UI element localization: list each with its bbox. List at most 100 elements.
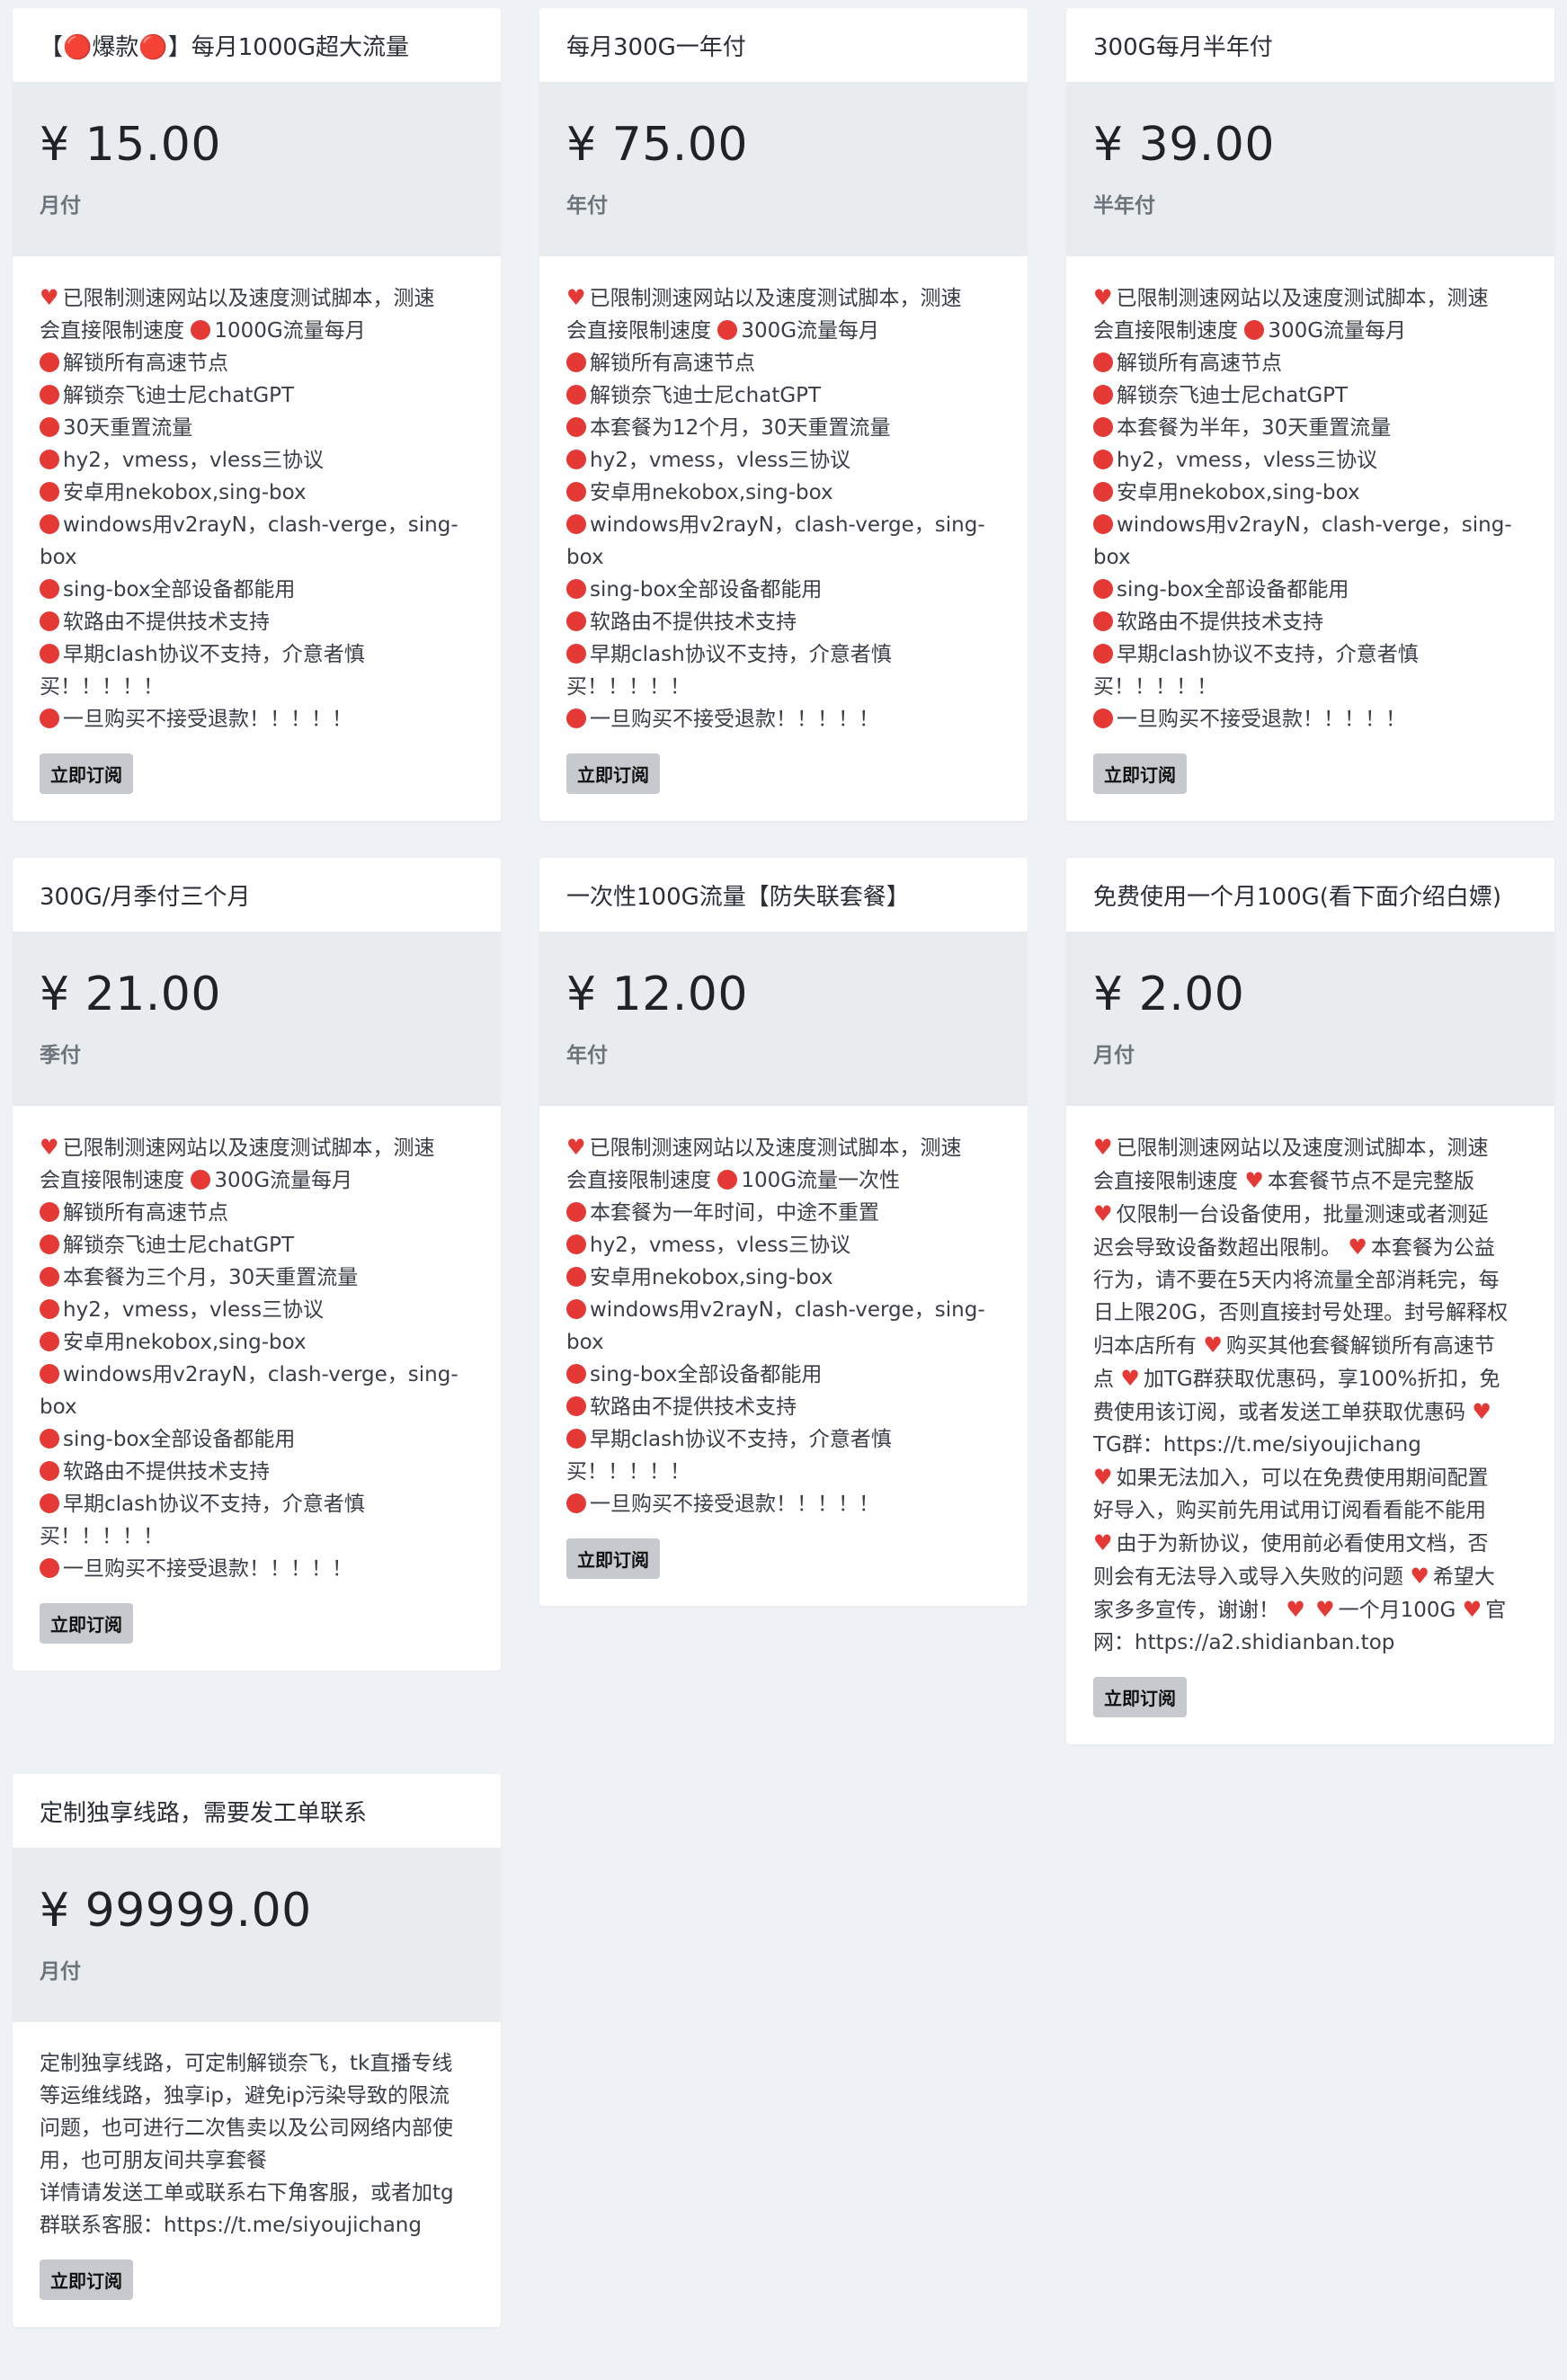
red-circle-icon (40, 1332, 59, 1351)
subscribe-button[interactable]: 立即订阅 (1093, 753, 1187, 794)
description-line: 本套餐为半年，30天重置流量 (1093, 412, 1527, 444)
description-line: 则会有无法导入或导入失败的问题 ♥ 希望大 (1093, 1560, 1527, 1593)
heart-icon: ♥ (1410, 1564, 1429, 1589)
description-line: 会直接限制速度 300G流量每月 (1093, 319, 1407, 343)
description-line: box (40, 546, 77, 569)
description-line: box (40, 1395, 77, 1419)
red-circle-icon (1093, 709, 1113, 728)
description-line: 归本店所有 ♥ 购买其他套餐解锁所有高速节 (1093, 1329, 1527, 1362)
plan-price: ¥ 12.00 (566, 967, 748, 1021)
heart-icon: ♥ (40, 285, 59, 310)
description-line: sing-box全部设备都能用 (1093, 574, 1527, 606)
plan-card-1: 【🔴爆款🔴】每月1000G超大流量 ¥ 15.00 月付 ♥ 已限制测速网站以及速… (13, 8, 501, 821)
subscribe-button[interactable]: 立即订阅 (566, 753, 660, 794)
plan-period: 半年付 (1093, 194, 1155, 218)
description-line: ♥ 已限制测速网站以及速度测试脚本，测速 (566, 1131, 1001, 1164)
heart-icon: ♥ (1093, 1135, 1113, 1160)
red-circle-icon (566, 482, 586, 502)
red-circle-icon (40, 611, 59, 631)
red-circle-icon (1093, 482, 1113, 502)
description-line: 软路由不提供技术支持 (40, 1456, 474, 1488)
red-circle-icon (1093, 450, 1113, 469)
description-line: 费使用该订阅，或者发送工单获取优惠码 ♥ (1093, 1395, 1527, 1429)
red-circle-icon (40, 1558, 59, 1578)
plan-description: ♥ 已限制测速网站以及速度测试脚本，测速 会直接限制速度 1000G流量每月 解锁所有… (13, 256, 501, 735)
description-line: 解锁奈飞迪士尼chatGPT (1093, 379, 1527, 412)
red-circle-icon (566, 1235, 586, 1254)
description-line: 会直接限制速度 100G流量一次性 (566, 1169, 901, 1192)
description-line: 一旦购买不接受退款！！！！！ (566, 1488, 1001, 1520)
description-line: windows用v2rayN，clash-verge，sing- (40, 509, 474, 541)
plan-price: ¥ 39.00 (1093, 118, 1275, 172)
red-circle-icon (566, 1299, 586, 1319)
red-circle-icon (566, 709, 586, 728)
red-circle-icon (1093, 417, 1113, 437)
description-line: 软路由不提供技术支持 (566, 606, 1001, 638)
description-line: ♥ 已限制测速网站以及速度测试脚本，测速 (1093, 281, 1527, 315)
red-circle-icon (566, 385, 586, 405)
description-line: 用，也可朋友间共享套餐 (40, 2149, 267, 2172)
description-line: 解锁奈飞迪士尼chatGPT (40, 1229, 474, 1261)
red-circle-icon (40, 417, 59, 437)
plan-description: ♥ 已限制测速网站以及速度测试脚本，测速 会直接限制速度 300G流量每月 解锁所有高… (1066, 256, 1554, 735)
description-line: 会直接限制速度 300G流量每月 (40, 1169, 353, 1192)
description-line: 解锁所有高速节点 (40, 347, 474, 379)
plan-period: 年付 (566, 194, 608, 218)
red-circle-icon (1093, 579, 1113, 599)
description-line: ♥ 已限制测速网站以及速度测试脚本，测速 (1093, 1131, 1527, 1164)
heart-icon: ♥ (40, 1135, 59, 1160)
red-circle-icon (566, 514, 586, 534)
price-block: ¥ 2.00 月付 (1066, 931, 1554, 1106)
heart-icon: ♥ (1093, 1201, 1113, 1226)
heart-icon: ♥ (1462, 1597, 1482, 1622)
description-line: hy2，vmess，vless三协议 (40, 1294, 474, 1326)
description-line: 网：https://a2.shidianban.top (1093, 1631, 1395, 1654)
description-line: 买！！！！！ (566, 1460, 690, 1484)
red-circle-icon (1093, 611, 1113, 631)
plan-description: ♥ 已限制测速网站以及速度测试脚本，测速 会直接限制速度 100G流量一次性 本套餐为… (539, 1106, 1028, 1520)
description-line: 问题，也可进行二次售卖以及公司网络内部使 (40, 2117, 453, 2140)
red-circle-icon (40, 1267, 59, 1287)
red-circle-icon (191, 320, 211, 340)
subscribe-button[interactable]: 立即订阅 (566, 1538, 660, 1579)
red-circle-icon (566, 1202, 586, 1222)
plan-card-3: 300G每月半年付 ¥ 39.00 半年付 ♥ 已限制测速网站以及速度测试脚本，测… (1066, 8, 1554, 821)
heart-icon: ♥ (1120, 1366, 1140, 1391)
description-line: 早期clash协议不支持，介意者慎 (1093, 638, 1527, 671)
description-line: hy2，vmess，vless三协议 (1093, 444, 1527, 477)
description-line: hy2，vmess，vless三协议 (40, 444, 474, 477)
description-line: 等运维线路，独享ip，避免ip污染导致的限流 (40, 2084, 450, 2108)
description-line: 群联系客服：https://t.me/siyoujichang (40, 2214, 422, 2237)
description-line: 早期clash协议不支持，介意者慎 (40, 1488, 474, 1520)
heart-icon: ♥ (1286, 1597, 1305, 1622)
description-line: 买！！！！！ (40, 675, 164, 699)
subscribe-button[interactable]: 立即订阅 (40, 753, 133, 794)
heart-icon: ♥ (1472, 1399, 1491, 1424)
plan-title: 定制独享线路，需要发工单联系 (13, 1774, 501, 1848)
red-circle-icon (566, 450, 586, 469)
heart-icon: ♥ (1093, 1465, 1113, 1490)
price-block: ¥ 12.00 年付 (539, 931, 1028, 1106)
description-line: 解锁所有高速节点 (566, 347, 1001, 379)
price-block: ¥ 99999.00 月付 (13, 1848, 501, 2022)
description-line: windows用v2rayN，clash-verge，sing- (566, 1294, 1001, 1326)
description-line: 软路由不提供技术支持 (1093, 606, 1527, 638)
description-line: ♥ 已限制测速网站以及速度测试脚本，测速 (566, 281, 1001, 315)
plan-period: 年付 (566, 1044, 608, 1067)
plan-price: ¥ 99999.00 (40, 1884, 312, 1938)
subscribe-button[interactable]: 立即订阅 (40, 2260, 133, 2300)
description-line: 安卓用nekobox,sing-box (40, 1326, 474, 1359)
description-line: 买！！！！！ (1093, 675, 1217, 699)
description-line: 30天重置流量 (40, 412, 474, 444)
description-line: 买！！！！！ (566, 675, 690, 699)
subscribe-button[interactable]: 立即订阅 (1093, 1677, 1187, 1717)
subscribe-button[interactable]: 立即订阅 (40, 1603, 133, 1644)
red-circle-icon (40, 1235, 59, 1254)
red-circle-icon (566, 579, 586, 599)
red-circle-icon (40, 644, 59, 664)
red-circle-icon (1093, 644, 1113, 664)
price-block: ¥ 75.00 年付 (539, 82, 1028, 256)
plan-price: ¥ 21.00 (40, 967, 221, 1021)
description-line: 一旦购买不接受退款！！！！！ (566, 703, 1001, 735)
description-line: 点 ♥ 加TG群获取优惠码，享100%折扣，免 (1093, 1362, 1527, 1395)
